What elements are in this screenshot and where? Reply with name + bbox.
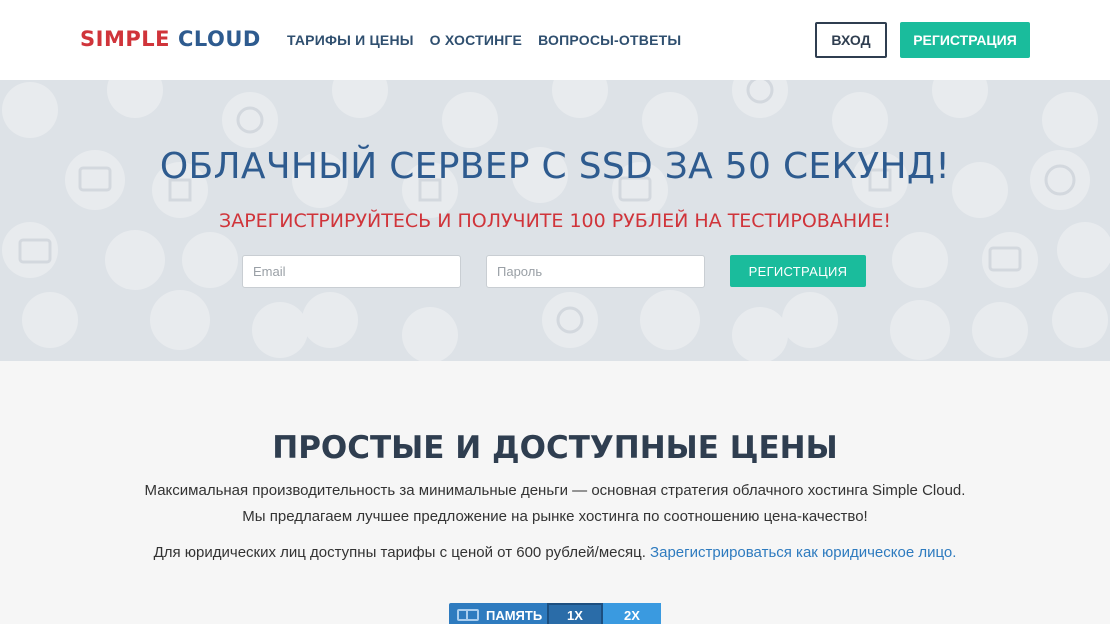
password-field[interactable]: Пароль bbox=[486, 255, 705, 288]
logo-word-simple: SIMPLE bbox=[80, 27, 170, 51]
memory-toggle: ПАМЯТЬ 1X 2X bbox=[449, 603, 661, 624]
memory-toggle-label: ПАМЯТЬ bbox=[449, 603, 547, 624]
nav-item-about[interactable]: О ХОСТИНГЕ bbox=[430, 32, 522, 48]
login-button[interactable]: ВХОД bbox=[815, 22, 887, 58]
pricing-description-line3: Для юридических лиц доступны тарифы с це… bbox=[0, 544, 1110, 561]
pricing-description-line2: Мы предлагаем лучшее предложение на рынк… bbox=[242, 508, 868, 525]
register-button-header[interactable]: РЕГИСТРАЦИЯ bbox=[900, 22, 1030, 58]
memory-option-2x[interactable]: 2X bbox=[603, 603, 661, 624]
logo-word-cloud: CLOUD bbox=[177, 27, 261, 51]
pricing-description-line1: Максимальная производительность за миним… bbox=[144, 482, 966, 499]
logo[interactable]: SIMPLE CLOUD bbox=[80, 27, 261, 51]
memory-icon bbox=[457, 609, 479, 621]
main-nav: ТАРИФЫ И ЦЕНЫ О ХОСТИНГЕ ВОПРОСЫ-ОТВЕТЫ bbox=[287, 32, 697, 48]
site-header: SIMPLE CLOUD ТАРИФЫ И ЦЕНЫ О ХОСТИНГЕ ВОП… bbox=[0, 0, 1110, 80]
legal-entity-text: Для юридических лиц доступны тарифы с це… bbox=[153, 544, 646, 561]
register-button-hero[interactable]: РЕГИСТРАЦИЯ bbox=[730, 255, 866, 287]
memory-label-text: ПАМЯТЬ bbox=[486, 607, 543, 623]
hero-title: ОБЛАЧНЫЙ СЕРВЕР С SSD ЗА 50 СЕКУНД! bbox=[159, 146, 951, 187]
email-field[interactable]: Email bbox=[242, 255, 461, 288]
legal-entity-register-link[interactable]: Зарегистрироваться как юридическое лицо. bbox=[650, 544, 956, 561]
hero-section: ОБЛАЧНЫЙ СЕРВЕР С SSD ЗА 50 СЕКУНД! ЗАРЕ… bbox=[0, 80, 1110, 361]
nav-item-pricing[interactable]: ТАРИФЫ И ЦЕНЫ bbox=[287, 32, 414, 48]
memory-option-1x[interactable]: 1X bbox=[547, 603, 603, 624]
nav-item-faq[interactable]: ВОПРОСЫ-ОТВЕТЫ bbox=[538, 32, 681, 48]
pricing-title: ПРОСТЫЕ И ДОСТУПНЫЕ ЦЕНЫ bbox=[272, 430, 838, 466]
hero-subtitle: ЗАРЕГИСТРИРУЙТЕСЬ И ПОЛУЧИТЕ 100 РУБЛЕЙ … bbox=[219, 210, 891, 232]
